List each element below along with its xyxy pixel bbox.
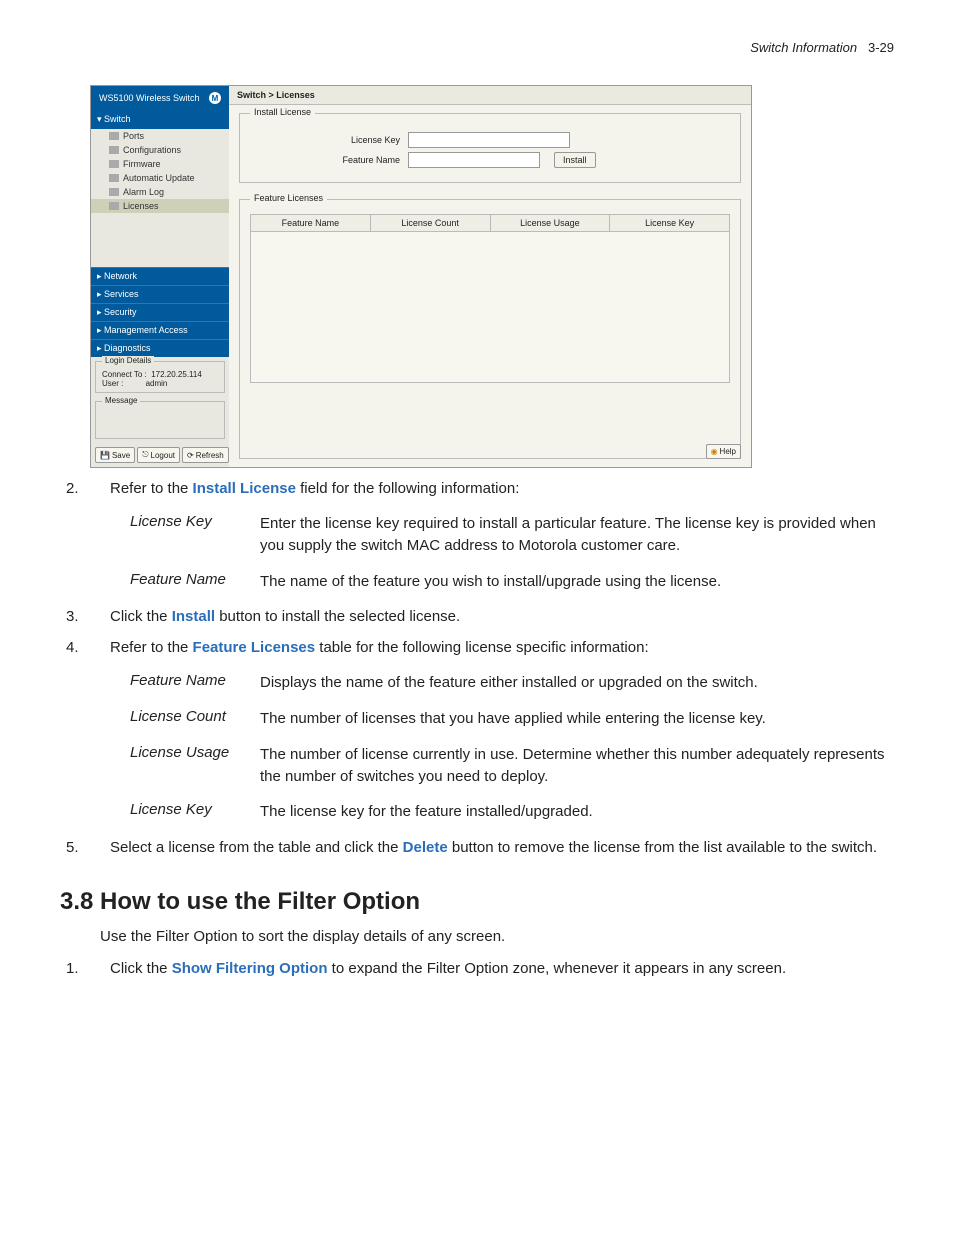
filter-step-1: 1.Click the Show Filtering Option to exp… xyxy=(114,958,894,979)
show-filtering-option-link: Show Filtering Option xyxy=(172,960,328,977)
main-panel: Switch > Licenses Install License Licens… xyxy=(229,86,751,467)
col-license-key[interactable]: License Key xyxy=(610,215,729,231)
chapter-title: Switch Information xyxy=(750,40,857,55)
save-button[interactable]: 💾Save xyxy=(95,447,135,463)
breadcrumb: Switch > Licenses xyxy=(229,86,751,105)
connect-ip: 172.20.25.114 xyxy=(151,370,202,379)
page-number: 3-29 xyxy=(868,40,894,55)
message-panel: Message xyxy=(95,401,225,439)
nav-group-management-access[interactable]: ▸ Management Access xyxy=(91,321,229,339)
update-icon xyxy=(109,174,119,182)
install-license-link: Install License xyxy=(193,480,296,497)
nav-group-diagnostics[interactable]: ▸ Diagnostics xyxy=(91,339,229,357)
col-license-count[interactable]: License Count xyxy=(371,215,491,231)
config-icon xyxy=(109,146,119,154)
term-license-count: License Count xyxy=(130,708,260,730)
sidebar-action-buttons: 💾Save ⎋Logout ⟳Refresh xyxy=(91,443,229,467)
help-icon: ◉ xyxy=(711,447,718,456)
section-intro: Use the Filter Option to sort the displa… xyxy=(100,926,894,948)
term-feature-name: Feature Name xyxy=(130,571,260,593)
nav-item-ports[interactable]: Ports xyxy=(91,129,229,143)
login-details-panel: Login Details Connect To : 172.20.25.114… xyxy=(95,361,225,393)
refresh-button[interactable]: ⟳Refresh xyxy=(182,447,229,463)
term-license-key: License Key xyxy=(130,513,260,557)
step-5: 5.Select a license from the table and cl… xyxy=(114,837,894,858)
feature-licenses-legend: Feature Licenses xyxy=(250,193,327,203)
login-user: admin xyxy=(146,379,168,388)
install-license-legend: Install License xyxy=(250,107,315,117)
nav-item-alarm-log[interactable]: Alarm Log xyxy=(91,185,229,199)
col-feature-name[interactable]: Feature Name xyxy=(251,215,371,231)
nav-group-services[interactable]: ▸ Services xyxy=(91,285,229,303)
nav-group-switch[interactable]: ▾ Switch xyxy=(91,110,229,129)
refresh-icon: ⟳ xyxy=(187,451,194,460)
license-key-label: License Key xyxy=(320,135,400,145)
term-license-key-2: License Key xyxy=(130,801,260,823)
document-body: 2.Refer to the Install License field for… xyxy=(90,478,894,858)
license-icon xyxy=(109,202,119,210)
step-2: 2.Refer to the Install License field for… xyxy=(114,478,894,499)
license-key-input[interactable] xyxy=(408,132,570,148)
app-screenshot: WS5100 Wireless Switch M ▾ Switch Ports … xyxy=(90,85,752,468)
install-link: Install xyxy=(172,608,215,625)
install-button[interactable]: Install xyxy=(554,152,596,168)
brand-logo-icon: M xyxy=(209,92,221,104)
alarm-icon xyxy=(109,188,119,196)
help-button[interactable]: ◉ Help xyxy=(706,444,741,459)
col-license-usage[interactable]: License Usage xyxy=(491,215,611,231)
feature-licenses-fieldset: Feature Licenses Feature Name License Co… xyxy=(239,199,741,459)
page-header: Switch Information 3-29 xyxy=(60,40,894,55)
save-icon: 💾 xyxy=(100,451,110,460)
feature-licenses-link: Feature Licenses xyxy=(193,639,316,656)
logout-icon: ⎋ xyxy=(142,450,148,460)
step-4: 4.Refer to the Feature Licenses table fo… xyxy=(114,637,894,658)
term-license-usage: License Usage xyxy=(130,744,260,788)
feature-name-label: Feature Name xyxy=(320,155,400,165)
step-3: 3.Click the Install button to install th… xyxy=(114,606,894,627)
install-license-fieldset: Install License License Key Feature Name… xyxy=(239,113,741,183)
term-feature-name-2: Feature Name xyxy=(130,672,260,694)
nav-item-licenses[interactable]: Licenses xyxy=(91,199,229,213)
sidebar: WS5100 Wireless Switch M ▾ Switch Ports … xyxy=(91,86,229,467)
product-title: WS5100 Wireless Switch xyxy=(99,93,200,103)
firmware-icon xyxy=(109,160,119,168)
section-heading-3-8: 3.8 How to use the Filter Option xyxy=(60,888,894,916)
ports-icon xyxy=(109,132,119,140)
nav-item-automatic-update[interactable]: Automatic Update xyxy=(91,171,229,185)
feature-licenses-table-body[interactable] xyxy=(250,232,730,383)
nav-item-firmware[interactable]: Firmware xyxy=(91,157,229,171)
nav-item-configurations[interactable]: Configurations xyxy=(91,143,229,157)
nav-group-label: Switch xyxy=(104,114,131,124)
nav-group-security[interactable]: ▸ Security xyxy=(91,303,229,321)
definitions-install-license: License KeyEnter the license key require… xyxy=(130,513,894,592)
product-header: WS5100 Wireless Switch M xyxy=(91,86,229,110)
login-legend: Login Details xyxy=(102,356,154,365)
delete-link: Delete xyxy=(403,839,448,856)
logout-button[interactable]: ⎋Logout xyxy=(137,447,180,463)
message-legend: Message xyxy=(102,396,140,405)
feature-licenses-table-header: Feature Name License Count License Usage… xyxy=(250,214,730,232)
nav-group-network[interactable]: ▸ Network xyxy=(91,267,229,285)
definitions-feature-licenses: Feature NameDisplays the name of the fea… xyxy=(130,672,894,823)
feature-name-input[interactable] xyxy=(408,152,540,168)
